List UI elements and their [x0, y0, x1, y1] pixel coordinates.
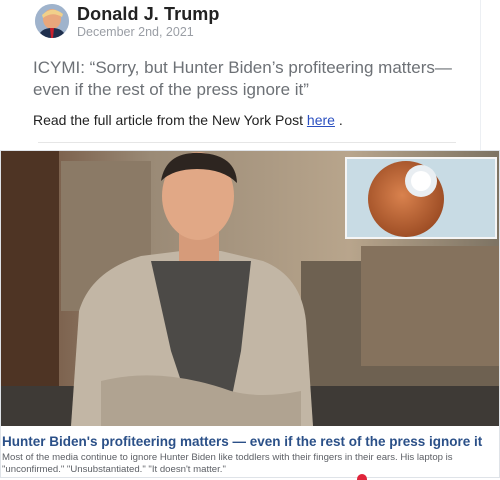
post-card: Donald J. Trump December 2nd, 2021 ICYMI…	[18, 0, 481, 150]
post-date: December 2nd, 2021	[77, 25, 194, 39]
author-name[interactable]: Donald J. Trump	[77, 4, 220, 25]
read-more-prefix: Read the full article from the New York …	[33, 112, 304, 128]
divider	[38, 142, 456, 143]
post-text: ICYMI: “Sorry, but Hunter Biden’s profit…	[33, 58, 452, 99]
article-hero-image[interactable]	[1, 151, 499, 426]
notification-badge-icon	[357, 474, 367, 480]
article-link[interactable]: here	[307, 112, 335, 128]
author-avatar[interactable]	[35, 4, 69, 38]
read-more-suffix: .	[338, 112, 343, 128]
avatar-image	[35, 4, 69, 38]
article-description: Most of the media continue to ignore Hun…	[2, 452, 453, 475]
read-more-line: Read the full article from the New York …	[33, 112, 343, 128]
article-title[interactable]: Hunter Biden's profiteering matters — ev…	[2, 434, 498, 449]
article-preview-card[interactable]: Hunter Biden's profiteering matters — ev…	[0, 150, 500, 480]
inset-image-frame	[345, 157, 497, 239]
